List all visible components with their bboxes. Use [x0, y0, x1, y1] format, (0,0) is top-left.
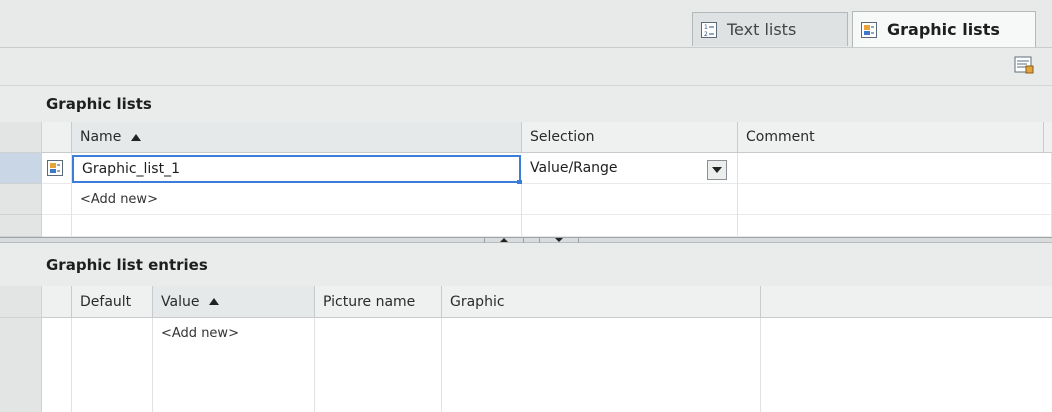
tab-graphic-lists[interactable]: Graphic lists — [852, 11, 1036, 47]
empty-cell — [42, 215, 72, 237]
svg-text:1: 1 — [704, 24, 708, 31]
graphic-list-icon — [47, 160, 63, 176]
column-header-selection-label: Selection — [530, 129, 595, 145]
selection-cell[interactable]: Value/Range — [522, 153, 738, 184]
graphic-list-icon — [861, 21, 877, 38]
column-header-graphic[interactable]: Graphic — [442, 286, 761, 318]
row-icon-cell-empty — [42, 184, 72, 215]
row-header-corner — [0, 286, 42, 318]
default-column — [72, 318, 153, 412]
row-header-corner — [0, 122, 42, 153]
add-new-label: <Add new> — [80, 191, 158, 207]
row-header-empty — [0, 215, 42, 237]
column-header-picture-name[interactable]: Picture name — [315, 286, 442, 318]
toolbar — [0, 48, 1052, 86]
column-header-value-label: Value — [161, 293, 200, 310]
tab-text-lists[interactable]: 1 2 Text lists — [692, 12, 848, 46]
column-header-filler — [1044, 122, 1052, 153]
add-new-label: <Add new> — [161, 325, 239, 341]
column-header-name[interactable]: Name — [72, 122, 522, 153]
icon-column-header — [42, 122, 72, 153]
row-header-column — [0, 318, 42, 412]
empty-cell — [522, 215, 738, 237]
sort-ascending-icon — [209, 298, 220, 305]
arrow-down-icon — [555, 238, 563, 242]
add-new-entry[interactable]: <Add new> — [153, 320, 315, 346]
empty-cell — [72, 215, 522, 237]
column-header-comment-label: Comment — [746, 129, 815, 145]
empty-cell — [738, 215, 1052, 237]
text-list-icon: 1 2 — [701, 21, 717, 38]
sort-ascending-icon — [131, 133, 142, 141]
column-header-value[interactable]: Value — [153, 286, 315, 318]
column-header-default-label: Default — [80, 293, 132, 310]
column-header-picture-name-label: Picture name — [323, 293, 416, 310]
chevron-down-icon — [712, 167, 722, 173]
graphic-column — [442, 318, 761, 412]
svg-text:2: 2 — [704, 31, 708, 38]
column-header-comment[interactable]: Comment — [738, 122, 1044, 153]
graphic-list-name-value: Graphic_list_1 — [82, 161, 180, 177]
column-header-selection[interactable]: Selection — [522, 122, 738, 153]
properties-icon — [1014, 56, 1034, 74]
column-header-name-label: Name — [80, 129, 122, 145]
column-header-filler — [761, 286, 1052, 318]
properties-button[interactable] — [1013, 54, 1035, 76]
column-header-graphic-label: Graphic — [450, 293, 505, 310]
row-header[interactable] — [0, 184, 42, 215]
graphic-list-entries-section-title: Graphic list entries — [0, 243, 1052, 286]
arrow-up-icon — [500, 238, 508, 242]
graphic-lists-section-title: Graphic lists — [0, 86, 1052, 122]
add-new-graphic-list[interactable]: <Add new> — [72, 184, 522, 215]
icon-column-header — [42, 286, 72, 318]
row-header-selected[interactable] — [0, 153, 42, 184]
selection-value: Value/Range — [530, 160, 618, 176]
comment-cell[interactable] — [738, 153, 1052, 184]
row-icon-cell — [42, 153, 72, 184]
selection-cell-empty — [522, 184, 738, 215]
picture-name-column — [315, 318, 442, 412]
tab-graphic-lists-label: Graphic lists — [887, 20, 1000, 39]
tab-text-lists-label: Text lists — [727, 20, 797, 39]
selection-dropdown-button[interactable] — [707, 160, 727, 180]
graphic-list-name-field[interactable]: Graphic_list_1 — [72, 155, 521, 183]
comment-cell-empty — [738, 184, 1052, 215]
column-header-default[interactable]: Default — [72, 286, 153, 318]
icon-column — [42, 318, 72, 412]
